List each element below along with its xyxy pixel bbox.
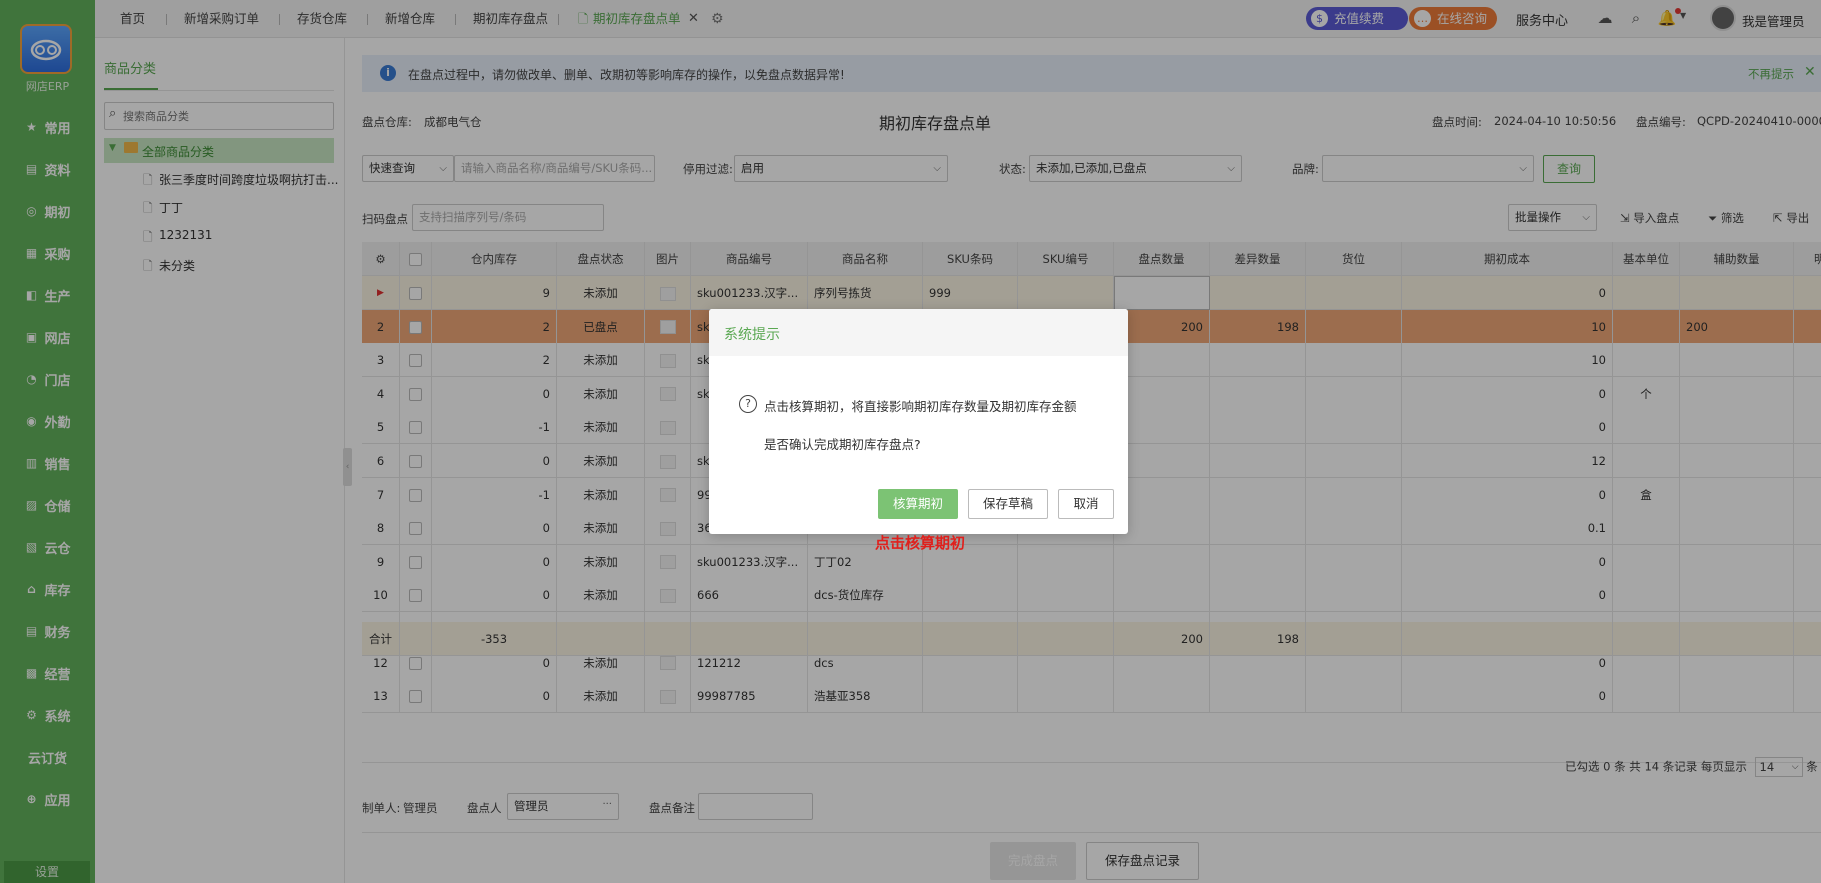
dialog-question: 是否确认完成期初库存盘点? [764,437,921,452]
question-icon: ? [739,395,757,413]
save-draft-button[interactable]: 保存草稿 [968,489,1048,519]
confirm-calc-initial-button[interactable]: 核算期初 [878,489,958,519]
cancel-button[interactable]: 取消 [1058,489,1114,519]
dialog-title: 系统提示 [724,327,780,343]
annotation-text: 点击核算期初 [875,534,966,552]
dialog-message: 点击核算期初，将直接影响期初库存数量及期初库存金额 [764,399,1077,414]
system-prompt-dialog: 系统提示 ? 点击核算期初，将直接影响期初库存数量及期初库存金额 是否确认完成期… [709,309,1128,534]
